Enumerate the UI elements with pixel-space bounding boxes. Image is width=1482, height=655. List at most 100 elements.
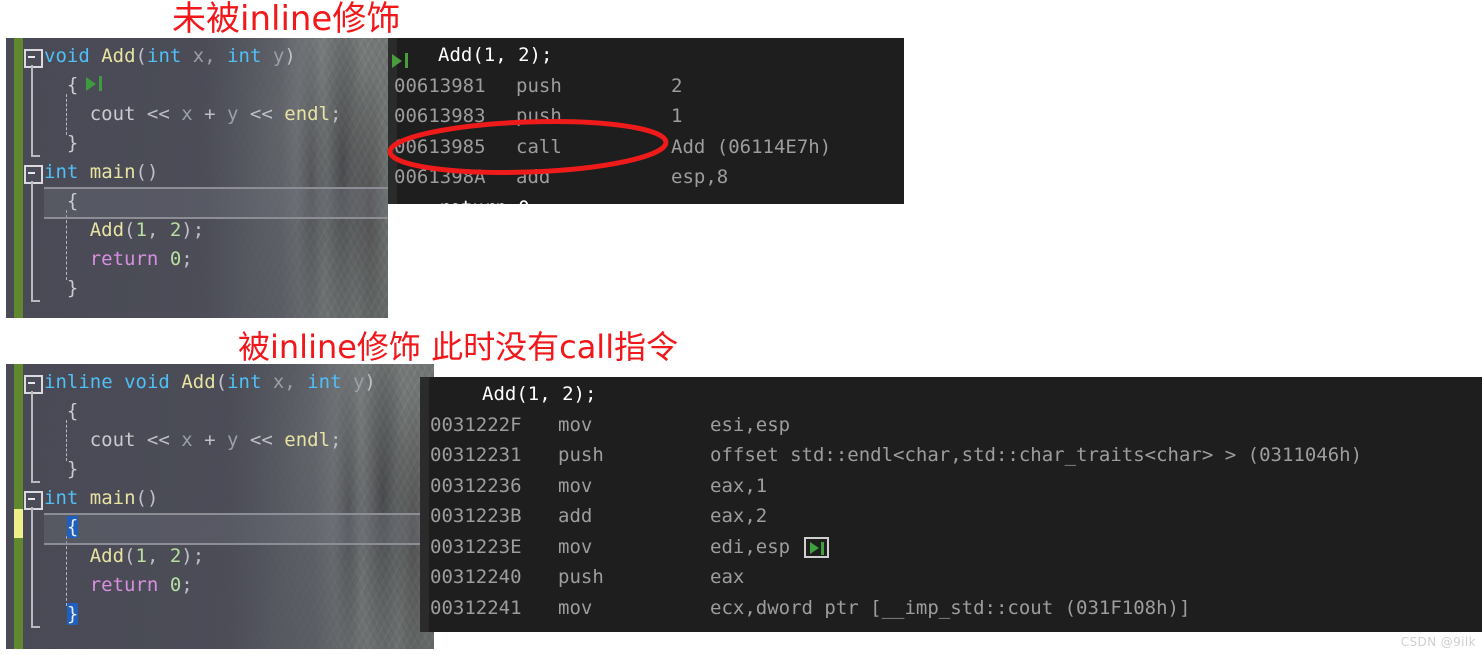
code-token: endl	[284, 103, 331, 125]
code-token: 0	[169, 574, 182, 596]
instruction-address: 0031223B	[430, 505, 522, 527]
code-line[interactable]: inline void Add(int x, int y)	[6, 368, 434, 397]
code-token: (	[124, 219, 136, 241]
code-line[interactable]: int main()	[6, 484, 434, 513]
disassembly-row[interactable]: 0031223E mov edi,esp	[420, 532, 1482, 563]
code-token: y	[261, 45, 285, 67]
disassembly-panel-bottom[interactable]: Add(1, 2); 0031222F mov esi,esp 00312231 push…	[420, 377, 1482, 632]
code-token: <<	[238, 429, 285, 451]
code-token: (	[215, 371, 228, 393]
code-line[interactable]: }	[6, 455, 434, 484]
code-token: }	[66, 458, 79, 480]
code-token: y	[341, 371, 365, 393]
disassembly-row[interactable]: 0061398A add esp,8	[388, 162, 904, 193]
instruction-operands: eax,2	[710, 505, 768, 527]
code-content-bottom[interactable]: inline void Add(int x, int y){cout << x …	[6, 364, 434, 649]
code-token: );	[181, 219, 205, 241]
code-line[interactable]: {	[6, 513, 434, 542]
instruction-address: 0061398A	[394, 166, 486, 188]
code-line[interactable]: int main()	[6, 158, 388, 187]
code-line[interactable]: cout << x + y << endl;	[6, 100, 388, 129]
code-line[interactable]: return 0;	[6, 571, 434, 600]
code-line[interactable]: {	[6, 71, 388, 100]
disassembly-source-line-clipped: return 0;	[438, 193, 541, 205]
disassembly-row[interactable]: 0031222F mov esi,esp	[420, 410, 1482, 441]
code-token: return	[89, 248, 159, 270]
instruction-operands: eax	[710, 566, 745, 588]
instruction-address: 00312236	[430, 474, 522, 497]
code-line[interactable]: }	[6, 129, 388, 158]
code-token: ,	[146, 219, 170, 241]
code-token: cout	[89, 103, 136, 125]
disassembly-row[interactable]: 00613981 push 2	[388, 71, 904, 102]
code-token: int	[307, 371, 342, 393]
code-token: ,	[146, 545, 170, 567]
instruction-address: 00613985	[394, 135, 486, 158]
code-content-top[interactable]: void Add(int x, int y){cout << x + y << …	[6, 38, 388, 318]
code-token: return	[89, 574, 159, 596]
instruction-mnemonic: push	[558, 444, 604, 466]
annotation-caption-bottom: 被inline修饰 此时没有call指令	[238, 328, 679, 366]
disassembly-row[interactable]: 00312240 push eax	[420, 562, 1482, 593]
disassembly-row[interactable]: 00312241 mov ecx,dword ptr [__imp_std::cou…	[420, 593, 1482, 624]
code-token: ;	[181, 574, 193, 596]
code-editor-bottom[interactable]: inline void Add(int x, int y){cout << x …	[6, 364, 434, 649]
instruction-operands: offset std::endl<char,std::char_traits<c…	[710, 444, 1363, 466]
run-to-cursor-icon[interactable]	[86, 69, 103, 98]
code-token: 1	[135, 545, 147, 567]
instruction-address: 0031223E	[430, 535, 522, 558]
code-line[interactable]: Add(1, 2);	[6, 216, 388, 245]
disassembly-row[interactable]: 00613985 call Add (06114E7h)	[388, 132, 904, 163]
code-line[interactable]: {	[6, 397, 434, 426]
code-token: Add	[181, 371, 216, 393]
code-token: x	[181, 429, 193, 451]
code-token: Add	[101, 45, 136, 67]
code-line[interactable]: return 0;	[6, 245, 388, 274]
disassembly-row[interactable]: 00312236 mov eax,1	[420, 471, 1482, 502]
watermark: CSDN @9ilk	[1400, 635, 1476, 649]
code-token: 0	[169, 248, 182, 270]
code-token: {	[66, 516, 79, 538]
instruction-operands: 2	[671, 74, 683, 97]
instruction-operands: Add (06114E7h)	[671, 135, 832, 158]
disassembly-panel-top[interactable]: Add(1, 2); 00613981 push 2 00613983 push 1 0061…	[388, 38, 904, 204]
code-token: }	[66, 132, 79, 154]
code-token: {	[66, 190, 79, 212]
code-token: y	[227, 103, 239, 125]
code-token: int	[147, 45, 182, 67]
disassembly-row[interactable]: 00312231 push offset std::endl<char,std::c…	[420, 440, 1482, 471]
instruction-operands: esi,esp	[710, 413, 791, 436]
code-token: main	[89, 487, 136, 509]
code-line[interactable]: cout << x + y << endl;	[6, 426, 434, 455]
instruction-address: 00312231	[430, 444, 522, 466]
disassembly-row[interactable]: 00613983 push 1	[388, 101, 904, 132]
code-line[interactable]: {	[6, 187, 388, 216]
code-token: <<	[238, 103, 285, 125]
code-line[interactable]: void Add(int x, int y)	[6, 42, 388, 71]
code-line[interactable]: Add(1, 2);	[6, 542, 434, 571]
code-token: Add	[89, 219, 125, 241]
code-token: int	[227, 45, 262, 67]
code-token: ;	[181, 248, 193, 270]
code-token: x,	[261, 371, 308, 393]
run-to-cursor-icon[interactable]	[804, 536, 829, 558]
instruction-address: 0031222F	[430, 413, 522, 436]
source-line-text: Add(1, 2);	[482, 383, 597, 405]
code-editor-top[interactable]: void Add(int x, int y){cout << x + y << …	[6, 38, 388, 318]
code-token: )	[364, 371, 376, 393]
instruction-address: 00613981	[394, 74, 486, 97]
instruction-mnemonic: add	[516, 166, 551, 188]
disassembly-row[interactable]: 0031223B add eax,2	[420, 501, 1482, 532]
code-line[interactable]: }	[6, 600, 434, 629]
code-token: ()	[135, 487, 159, 509]
code-line[interactable]: }	[6, 274, 388, 303]
instruction-operands: edi,esp	[710, 535, 791, 558]
code-token: }	[66, 603, 79, 625]
instruction-address: 00613983	[394, 105, 486, 127]
code-token: ;	[330, 429, 342, 451]
instruction-address: 00312241	[430, 596, 522, 619]
